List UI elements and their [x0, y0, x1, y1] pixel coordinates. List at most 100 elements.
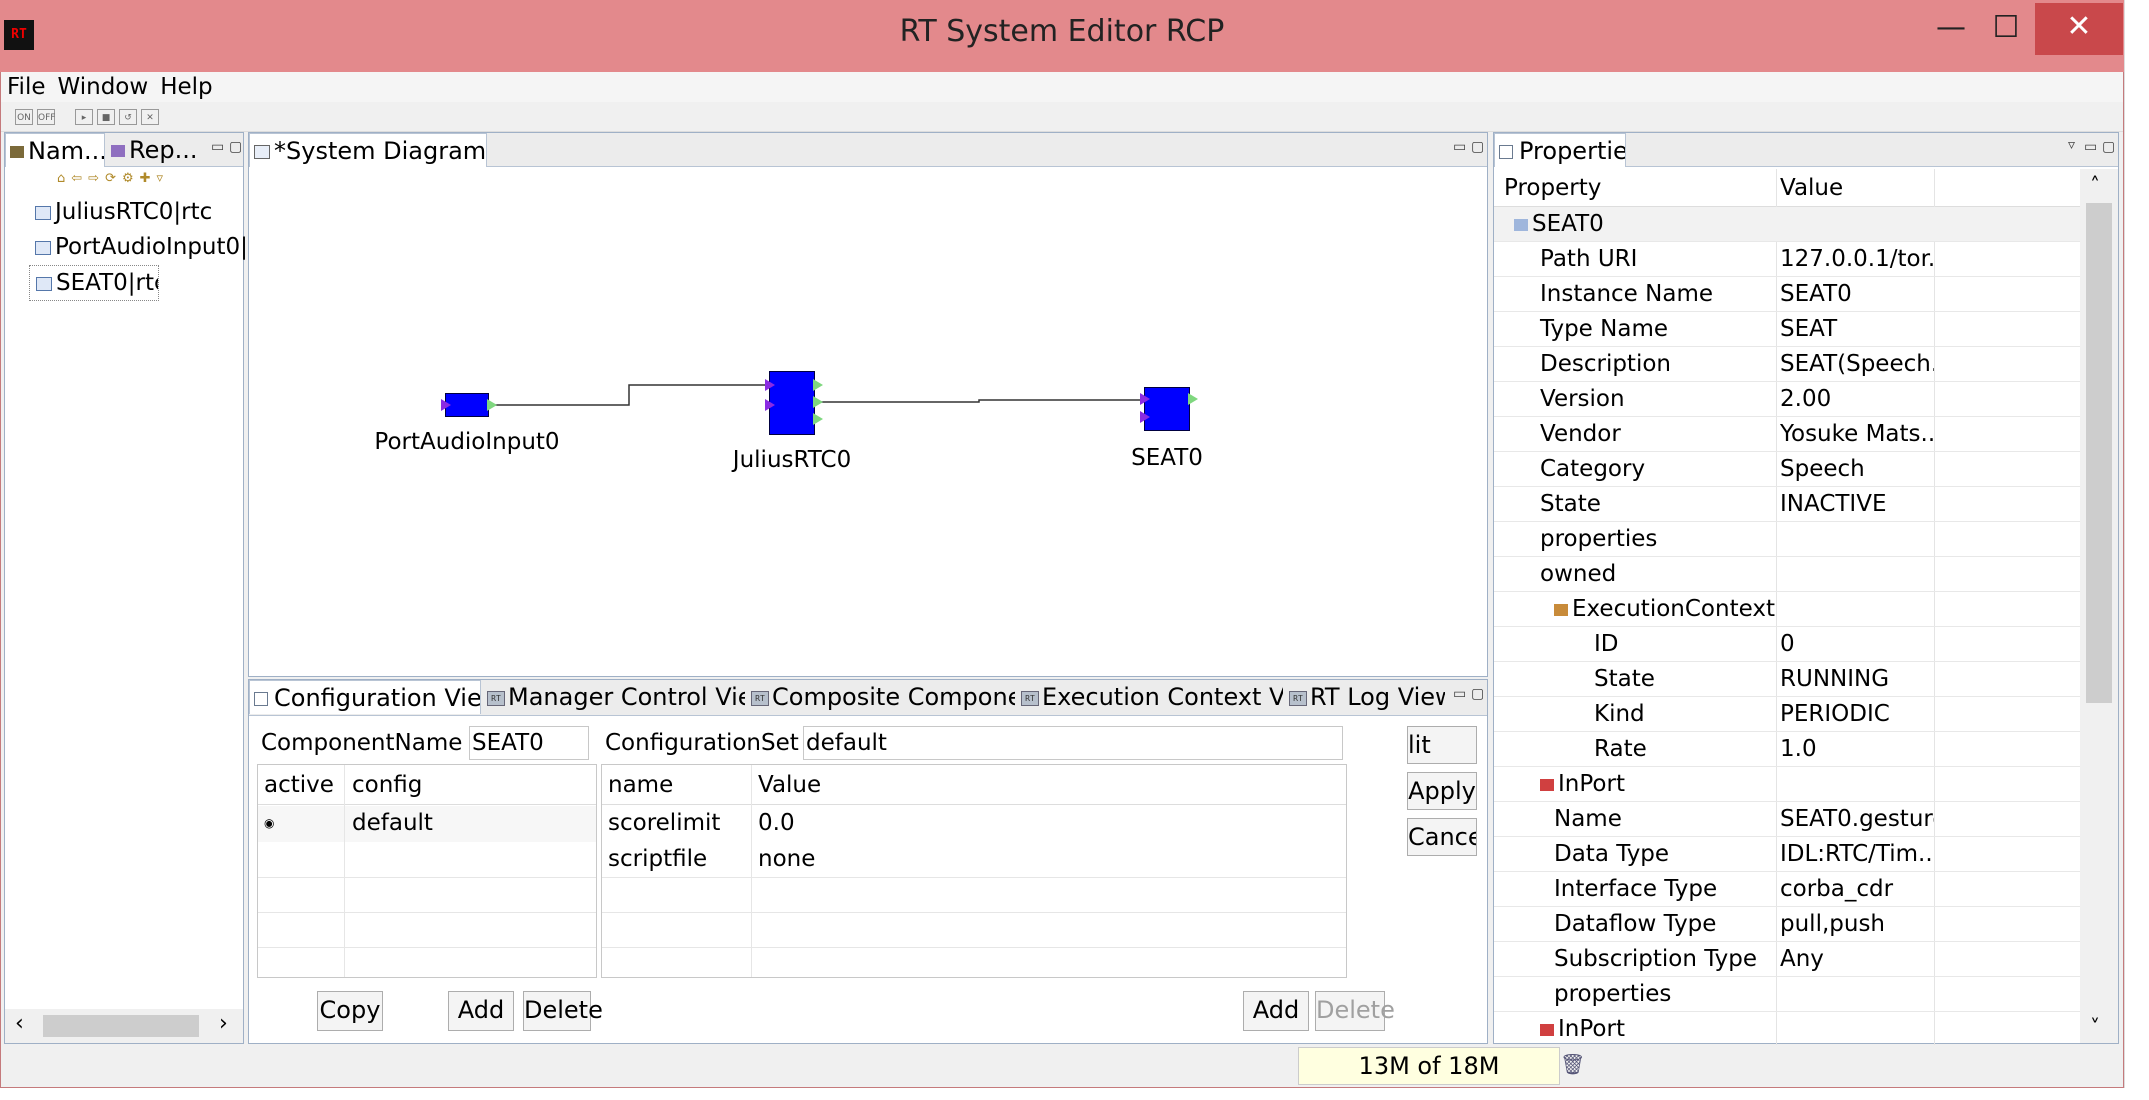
minimize-view-icon[interactable]: ▭ — [2084, 139, 2097, 155]
maximize-view-icon[interactable]: ▢ — [2102, 139, 2115, 155]
home-icon[interactable]: ⌂ — [57, 171, 71, 186]
delete-param-button[interactable]: Delete — [1315, 991, 1395, 1031]
back-icon[interactable]: ⇦ — [71, 171, 88, 186]
inport-icon[interactable] — [1140, 393, 1150, 405]
property-row[interactable]: Rate 1.0 — [1494, 732, 2080, 767]
property-row[interactable]: Interface Type corba_cdr — [1494, 872, 2080, 907]
trash-icon[interactable]: 🗑 — [1560, 1052, 1585, 1076]
apply-button[interactable]: Apply — [1407, 772, 1477, 810]
tab-execution-context-view[interactable]: RTExecution Context Vi... — [1017, 680, 1283, 714]
property-row[interactable]: properties — [1494, 522, 2080, 557]
diagram-canvas[interactable]: PortAudioInput0 JuliusRTC0 SEAT0 — [249, 167, 1487, 676]
edit-button[interactable]: lit Valu — [1407, 726, 1477, 764]
tab-manager-control-view[interactable]: RTManager Control View — [483, 680, 745, 714]
param-value-cell[interactable]: none — [752, 842, 1152, 876]
add-icon[interactable]: ✚ — [140, 171, 157, 186]
inport-icon[interactable] — [765, 379, 775, 391]
property-row[interactable]: Dataflow Type pull,push — [1494, 907, 2080, 942]
column-header-value[interactable]: Value — [1780, 171, 1843, 206]
minimize-view-icon[interactable]: ▭ — [1453, 139, 1466, 155]
maximize-view-icon[interactable]: ▢ — [229, 139, 242, 155]
tab-properties[interactable]: Properties — [1494, 133, 1626, 167]
deactivate-icon[interactable]: ■ — [97, 109, 115, 125]
maximize-view-icon[interactable]: ▢ — [1471, 139, 1484, 155]
menu-window[interactable]: Window — [52, 72, 155, 102]
column-header-value[interactable]: Value — [752, 768, 1052, 802]
close-button[interactable]: ✕ — [2035, 3, 2123, 55]
view-menu-icon[interactable]: ▿ — [157, 171, 170, 186]
configuration-set-field[interactable]: default — [803, 726, 1343, 760]
table-row[interactable]: ◉ default — [258, 806, 596, 842]
inport-icon[interactable] — [765, 399, 775, 411]
add-param-button[interactable]: Add — [1243, 991, 1309, 1031]
tab-name-service[interactable]: Nam... — [5, 133, 105, 167]
property-row[interactable]: properties — [1494, 977, 2080, 1012]
column-header-active[interactable]: active — [258, 768, 344, 802]
maximize-view-icon[interactable]: ▢ — [1471, 686, 1484, 702]
property-row[interactable]: Type Name SEAT — [1494, 312, 2080, 347]
minimize-view-icon[interactable]: ▭ — [211, 139, 224, 155]
property-row[interactable]: Name SEAT0.gesture — [1494, 802, 2080, 837]
property-row[interactable]: Subscription Type Any — [1494, 942, 2080, 977]
property-row[interactable]: State INACTIVE — [1494, 487, 2080, 522]
property-row[interactable]: Kind PERIODIC — [1494, 697, 2080, 732]
tree-item[interactable]: JuliusRTC0|rtc — [29, 195, 245, 229]
component-juliusrtc0[interactable] — [769, 371, 815, 435]
add-config-set-button[interactable]: Add — [448, 991, 514, 1031]
online-icon[interactable]: ON — [15, 109, 33, 125]
vertical-scrollbar[interactable]: ˄ ˅ — [2080, 169, 2118, 1043]
tab-rt-log-view[interactable]: RT RT Log View — [1285, 680, 1445, 714]
component-seat0[interactable] — [1144, 387, 1190, 431]
component-name-field[interactable]: SEAT0 — [469, 726, 589, 760]
scroll-thumb[interactable] — [43, 1015, 199, 1037]
property-row[interactable]: Instance Name SEAT0 — [1494, 277, 2080, 312]
table-row[interactable]: scorelimit 0.0 — [602, 806, 1346, 842]
property-row[interactable]: Category Speech — [1494, 452, 2080, 487]
cancel-button[interactable]: Cancel — [1407, 818, 1477, 856]
connect-icon[interactable]: ⚙ — [122, 171, 140, 186]
refresh-icon[interactable]: ⟳ — [105, 171, 122, 186]
connector-line[interactable] — [489, 384, 769, 406]
property-row[interactable]: ID 0 — [1494, 627, 2080, 662]
property-row[interactable]: Vendor Yosuke Mats... — [1494, 417, 2080, 452]
property-row[interactable]: SEAT0 — [1494, 207, 2080, 242]
tree-item[interactable]: PortAudioInput0|rt — [29, 230, 245, 264]
param-value-cell[interactable]: 0.0 — [752, 806, 1152, 840]
scroll-up-icon[interactable]: ˄ — [2090, 173, 2100, 197]
property-row[interactable]: Data Type IDL:RTC/Tim... — [1494, 837, 2080, 872]
property-row[interactable]: Description SEAT(Speech... — [1494, 347, 2080, 382]
column-header-property[interactable]: Property — [1504, 171, 1601, 206]
activate-icon[interactable]: ▸ — [75, 109, 93, 125]
property-row[interactable]: ExecutionContext — [1494, 592, 2080, 627]
scroll-down-icon[interactable]: ˅ — [2090, 1015, 2100, 1039]
horizontal-scrollbar[interactable]: ‹ › — [5, 1009, 243, 1043]
tab-system-diagram[interactable]: *System Diagram. ⊠ — [249, 133, 487, 167]
scroll-left-icon[interactable]: ‹ — [15, 1011, 24, 1036]
tab-composite-component[interactable]: RTComposite Compone... — [747, 680, 1015, 714]
property-row[interactable]: Path URI 127.0.0.1/tor... — [1494, 242, 2080, 277]
inport-icon[interactable] — [1140, 411, 1150, 423]
view-menu-icon[interactable]: ▿ — [2068, 137, 2075, 153]
property-row[interactable]: State RUNNING — [1494, 662, 2080, 697]
column-header-config[interactable]: config — [346, 768, 546, 802]
connector-line[interactable] — [815, 399, 1144, 403]
outport-icon[interactable] — [1188, 393, 1198, 405]
property-row[interactable]: InPort — [1494, 1012, 2080, 1045]
outport-icon[interactable] — [487, 399, 497, 411]
tab-configuration-view[interactable]: Configuration View — [249, 680, 481, 714]
tree-item-selected[interactable]: SEAT0|rtc — [29, 265, 159, 301]
reset-icon[interactable]: ↺ — [119, 109, 137, 125]
tab-repository[interactable]: Rep... — [107, 133, 203, 167]
property-row[interactable]: owned — [1494, 557, 2080, 592]
column-header-name[interactable]: name — [602, 768, 748, 802]
menu-help[interactable]: Help — [154, 72, 218, 102]
scroll-right-icon[interactable]: › — [219, 1011, 228, 1036]
property-row[interactable]: Version 2.00 — [1494, 382, 2080, 417]
delete-config-set-button[interactable]: Delete — [523, 991, 603, 1031]
inport-icon[interactable] — [441, 399, 451, 411]
exit-icon[interactable]: ✕ — [141, 109, 159, 125]
forward-icon[interactable]: ⇨ — [88, 171, 105, 186]
outport-icon[interactable] — [813, 396, 823, 408]
offline-icon[interactable]: OFF — [37, 109, 55, 125]
copy-button[interactable]: Copy — [317, 991, 383, 1031]
